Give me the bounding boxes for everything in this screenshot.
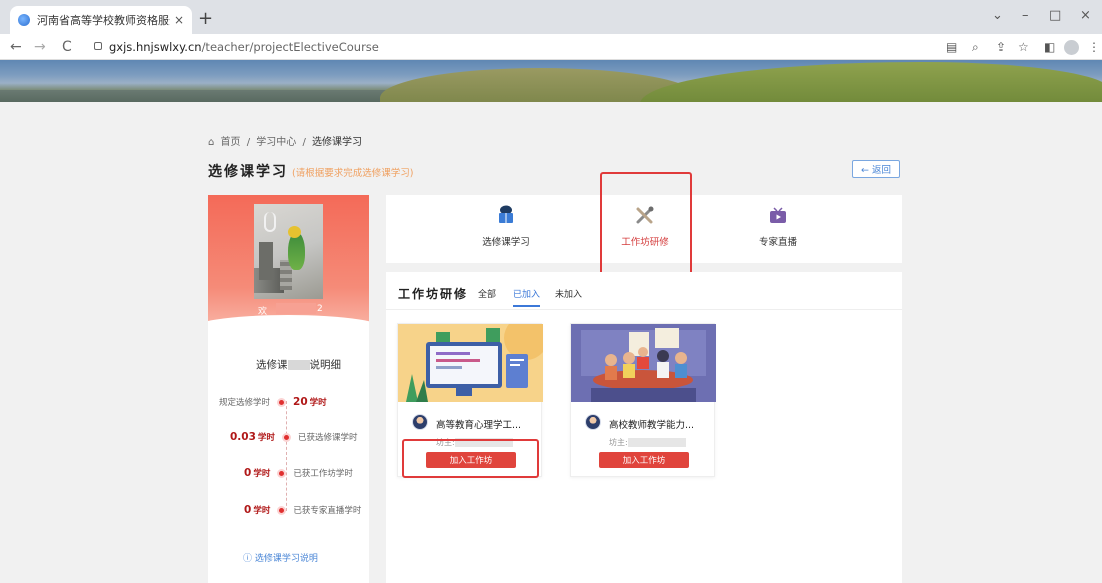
menu-kebab-icon[interactable]: ⋮ — [1088, 40, 1100, 54]
hours-unit: 学时 — [253, 469, 271, 479]
url-field[interactable]: gxjs.hnjswlxy.cn/teacher/projectElective… — [109, 40, 379, 54]
restore-button[interactable]: □ — [1049, 8, 1061, 23]
detail-title: 选修课 说明细 — [256, 357, 341, 372]
required-hours-value: 20 — [293, 396, 308, 408]
required-hours-unit: 学时 — [309, 398, 327, 408]
workshop-name[interactable]: 高校教师教学能力... — [609, 417, 694, 431]
elective-explanation-link[interactable]: ⓘ 选修课学习说明 — [243, 551, 318, 564]
owner-avatar-icon — [412, 414, 428, 430]
workshop-cover-image — [571, 324, 716, 402]
zoom-icon[interactable]: ⌕ — [972, 40, 979, 55]
url-path: /teacher/projectElectiveCourse — [201, 40, 379, 54]
welcome-suffix: 2 — [317, 304, 323, 314]
owner-label: 坊主: — [609, 438, 628, 447]
redacted-text — [287, 360, 310, 370]
book-icon — [495, 205, 517, 225]
hours-row: 0 学时 已获专家直播学时 — [244, 504, 361, 516]
category-label: 专家直播 — [758, 237, 797, 248]
hours-label: 已获专家直播学时 — [293, 506, 362, 516]
tv-icon — [767, 205, 789, 225]
browser-tab[interactable]: 河南省高等学校教师资格服务云 × — [10, 6, 192, 34]
translate-icon[interactable]: ▤ — [946, 40, 957, 54]
decorative-wave — [208, 315, 369, 327]
share-icon[interactable]: ⇪ — [996, 40, 1006, 54]
hours-value: 0 — [244, 504, 252, 516]
minimize-button[interactable]: – — [1022, 8, 1029, 23]
owner-avatar-icon — [585, 414, 601, 430]
breadcrumb: ⌂ 首页 / 学习中心 / 选修课学习 — [208, 133, 365, 148]
profile-avatar-icon[interactable] — [1064, 40, 1079, 55]
annotation-highlight-box — [600, 172, 692, 283]
address-bar: ← → C gxjs.hnjswlxy.cn/teacher/projectEl… — [0, 34, 1102, 60]
page-title-text: 选修课学习 — [208, 164, 288, 180]
hours-row: 0.03 学时 已获选修课学时 — [230, 431, 357, 443]
new-tab-button[interactable]: + — [198, 10, 213, 28]
avatar — [254, 204, 323, 299]
workshop-name[interactable]: 高等教育心理学工... — [436, 417, 521, 431]
required-hours-row: 规定选修学时 20 学时 — [219, 396, 327, 408]
url-host: gxjs.hnjswlxy.cn — [109, 40, 202, 54]
category-expert-live[interactable]: 专家直播 — [738, 205, 818, 248]
category-elective-course[interactable]: 选修课学习 — [466, 205, 546, 248]
tab-close-icon[interactable]: × — [174, 13, 184, 27]
category-label: 选修课学习 — [482, 237, 530, 248]
timeline-dot — [281, 432, 291, 442]
header-banner-image — [0, 60, 1102, 102]
hours-unit: 学时 — [253, 506, 271, 516]
redacted-username — [276, 303, 316, 314]
timeline-dot — [277, 468, 287, 478]
detail-title-prefix: 选修课 — [256, 359, 288, 371]
breadcrumb-learning-center[interactable]: 学习中心 — [256, 137, 296, 148]
redacted-owner-name — [627, 438, 686, 447]
hours-label: 已获选修课学时 — [297, 433, 358, 443]
forward-arrow-icon[interactable]: → — [34, 39, 46, 55]
detail-title-suffix: 说明细 — [309, 359, 342, 371]
timeline-line — [286, 401, 287, 511]
hours-value: 0.03 — [230, 431, 256, 443]
breadcrumb-separator: / — [246, 137, 251, 148]
filter-not-joined-tab[interactable]: 未加入 — [555, 287, 582, 300]
lock-icon[interactable] — [94, 42, 102, 50]
timeline-dot — [277, 397, 287, 407]
filter-joined-tab[interactable]: 已加入 — [513, 287, 541, 307]
side-panel-icon[interactable]: ◧ — [1044, 40, 1055, 54]
workshop-card[interactable]: 高校教师教学能力... 坊主: 加入工作坊 — [570, 323, 716, 477]
tab-title: 河南省高等学校教师资格服务云 — [37, 14, 170, 27]
breadcrumb-separator: / — [302, 137, 306, 148]
workshop-panel: 工作坊研修 全部 已加入 未加入 高等教育心理学工... 坊主: 加入工作坊 高… — [386, 272, 902, 583]
home-icon[interactable]: ⌂ — [208, 137, 214, 148]
workshop-owner: 坊主: — [609, 437, 686, 448]
page-title: 选修课学习 (请根据要求完成选修课学习) — [208, 161, 413, 181]
annotation-highlight-box — [402, 439, 539, 478]
filter-all-tab[interactable]: 全部 — [478, 287, 496, 300]
required-hours-label: 规定选修学时 — [219, 398, 271, 408]
globe-icon — [18, 14, 30, 26]
hours-unit: 学时 — [257, 433, 275, 443]
workshop-cover-image — [398, 324, 543, 402]
hours-row: 0 学时 已获工作坊学时 — [244, 467, 353, 479]
reload-icon[interactable]: C — [62, 39, 72, 55]
page-subtitle: (请根据要求完成选修课学习) — [292, 168, 414, 179]
bookmark-star-icon[interactable]: ☆ — [1018, 40, 1029, 54]
browser-tab-bar: 河南省高等学校教师资格服务云 × + ⌄ – □ × — [0, 0, 1102, 34]
profile-card: 欢 2 — [208, 195, 369, 327]
timeline-dot — [277, 505, 287, 515]
join-workshop-button[interactable]: 加入工作坊 — [599, 452, 689, 468]
left-panel: 欢 2 选修课 说明细 规定选修学时 20 学时 0.03 学时 已获选修课学时 … — [208, 195, 369, 583]
close-window-button[interactable]: × — [1080, 8, 1091, 23]
back-arrow-icon[interactable]: ← — [10, 39, 22, 55]
breadcrumb-current: 选修课学习 — [312, 137, 363, 148]
divider — [386, 309, 902, 310]
workshop-section-title: 工作坊研修 — [398, 287, 469, 301]
hours-label: 已获工作坊学时 — [293, 469, 353, 479]
back-button[interactable]: ← 返回 — [852, 160, 900, 178]
breadcrumb-home[interactable]: 首页 — [221, 137, 241, 148]
tab-search-icon[interactable]: ⌄ — [992, 8, 1003, 23]
hours-value: 0 — [244, 467, 252, 479]
